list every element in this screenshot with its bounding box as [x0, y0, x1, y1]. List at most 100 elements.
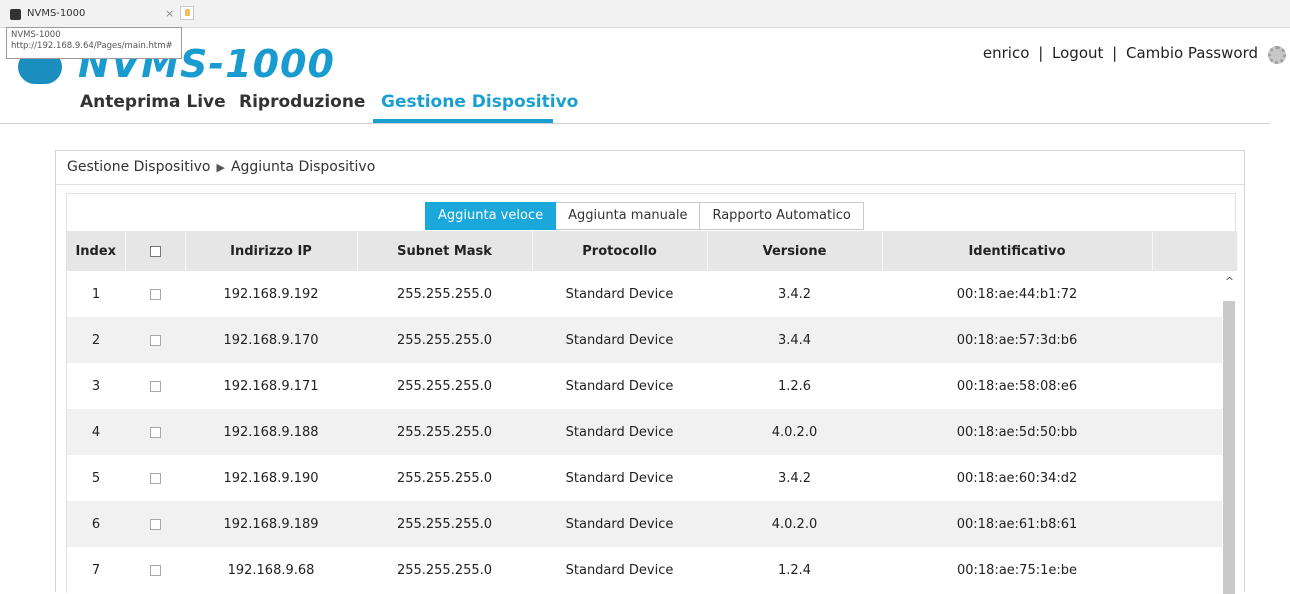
cell-ip: 192.168.9.188: [185, 409, 357, 455]
nav-tab-device-management[interactable]: Gestione Dispositivo: [381, 92, 578, 122]
breadcrumb-current: Aggiunta Dispositivo: [230, 159, 376, 175]
cell-select: [125, 409, 185, 455]
cell-protocol: Standard Device: [532, 271, 707, 317]
tooltip-url: http://192.168.9.64/Pages/main.htm#: [11, 41, 173, 51]
cell-subnet: 255.255.255.0: [357, 409, 532, 455]
row-checkbox[interactable]: [149, 472, 161, 484]
cell-protocol: Standard Device: [532, 317, 707, 363]
cell-select: [125, 455, 185, 501]
nav-tab-playback[interactable]: Riproduzione: [239, 92, 365, 122]
cell-version: 4.0.2.0: [707, 501, 882, 547]
cell-version: 3.4.4: [707, 317, 882, 363]
cell-select: [125, 501, 185, 547]
manual-add-button[interactable]: Aggiunta manuale: [556, 202, 701, 230]
cell-index: 4: [67, 409, 125, 455]
browser-tab[interactable]: NVMS-1000 ×: [8, 6, 178, 26]
nav-tab-live-preview[interactable]: Anteprima Live: [80, 92, 226, 122]
cell-subnet: 255.255.255.0: [357, 501, 532, 547]
row-checkbox[interactable]: [149, 380, 161, 392]
row-checkbox[interactable]: [149, 288, 161, 300]
userbar-separator: |: [1038, 44, 1044, 62]
column-header-identifier[interactable]: Identificativo: [882, 231, 1153, 271]
logout-link[interactable]: Logout: [1052, 44, 1103, 62]
cell-select: [125, 271, 185, 317]
favicon-icon: [10, 9, 21, 20]
table-header-row: Index Indirizzo IP Subnet Mask Protocoll…: [67, 231, 1238, 271]
table-row[interactable]: 6 192.168.9.189 255.255.255.0 Standard D…: [67, 501, 1237, 547]
auto-report-button[interactable]: Rapporto Automatico: [700, 202, 864, 230]
row-checkbox[interactable]: [149, 518, 161, 530]
device-add-panel: Gestione Dispositivo ▶ Aggiunta Dispositiv…: [55, 150, 1245, 594]
cell-ip: 192.168.9.68: [185, 547, 357, 593]
cell-index: 7: [67, 547, 125, 593]
row-checkbox[interactable]: [149, 564, 161, 576]
column-header-protocol[interactable]: Protocollo: [532, 231, 708, 271]
cell-index: 3: [67, 363, 125, 409]
select-all-checkbox[interactable]: [149, 245, 161, 257]
scroll-thumb[interactable]: [1223, 301, 1235, 594]
table-row[interactable]: 4 192.168.9.188 255.255.255.0 Standard D…: [67, 409, 1237, 455]
cell-protocol: Standard Device: [532, 501, 707, 547]
table-scrollbar[interactable]: ^: [1222, 271, 1237, 594]
column-header-index[interactable]: Index: [67, 231, 126, 271]
cell-protocol: Standard Device: [532, 547, 707, 593]
cell-identifier: 00:18:ae:57:3d:b6: [882, 317, 1152, 363]
column-header-subnet[interactable]: Subnet Mask: [357, 231, 533, 271]
cell-version: 1.2.6: [707, 363, 882, 409]
cell-ip: 192.168.9.190: [185, 455, 357, 501]
table-row[interactable]: 7 192.168.9.68 255.255.255.0 Standard De…: [67, 547, 1237, 593]
breadcrumb-arrow-icon: ▶: [216, 161, 225, 174]
column-header-version[interactable]: Versione: [707, 231, 883, 271]
table-row[interactable]: 2 192.168.9.170 255.255.255.0 Standard D…: [67, 317, 1237, 363]
cell-index: 1: [67, 271, 125, 317]
add-mode-buttons: Aggiunta veloce Aggiunta manuale Rapport…: [425, 202, 864, 230]
cell-select: [125, 317, 185, 363]
breadcrumb-root[interactable]: Gestione Dispositivo: [67, 159, 210, 175]
url-tooltip: NVMS-1000 http://192.168.9.64/Pages/main…: [6, 27, 182, 59]
column-header-spacer: [1152, 231, 1238, 271]
new-tab-button[interactable]: [180, 6, 194, 20]
scroll-up-icon[interactable]: ^: [1222, 275, 1237, 289]
username: enrico: [982, 44, 1030, 62]
column-header-ip[interactable]: Indirizzo IP: [185, 231, 358, 271]
browser-tab-strip: NVMS-1000 ×: [0, 0, 1290, 28]
cell-subnet: 255.255.255.0: [357, 271, 532, 317]
cell-subnet: 255.255.255.0: [357, 547, 532, 593]
table-row[interactable]: 1 192.168.9.192 255.255.255.0 Standard D…: [67, 271, 1237, 317]
cell-ip: 192.168.9.170: [185, 317, 357, 363]
cell-index: 6: [67, 501, 125, 547]
browser-tab-title: NVMS-1000: [27, 8, 86, 19]
cell-version: 3.4.2: [707, 455, 882, 501]
quick-add-button[interactable]: Aggiunta veloce: [425, 202, 557, 230]
tab-close-icon[interactable]: ×: [165, 7, 174, 20]
row-checkbox[interactable]: [149, 334, 161, 346]
cell-select: [125, 363, 185, 409]
cell-index: 2: [67, 317, 125, 363]
table-row[interactable]: 3 192.168.9.171 255.255.255.0 Standard D…: [67, 363, 1237, 409]
cell-protocol: Standard Device: [532, 363, 707, 409]
cell-identifier: 00:18:ae:44:b1:72: [882, 271, 1152, 317]
header-divider: [0, 123, 1270, 124]
cell-protocol: Standard Device: [532, 409, 707, 455]
device-list-container: Aggiunta veloce Aggiunta manuale Rapport…: [66, 193, 1238, 594]
user-bar: enrico | Logout | Cambio Password: [981, 44, 1260, 62]
cell-index: 5: [67, 455, 125, 501]
cell-protocol: Standard Device: [532, 455, 707, 501]
table-row[interactable]: 5 192.168.9.190 255.255.255.0 Standard D…: [67, 455, 1237, 501]
cell-ip: 192.168.9.189: [185, 501, 357, 547]
cell-identifier: 00:18:ae:61:b8:61: [882, 501, 1152, 547]
gear-icon[interactable]: [1268, 46, 1286, 64]
device-table: Index Indirizzo IP Subnet Mask Protocoll…: [67, 231, 1238, 593]
change-password-link[interactable]: Cambio Password: [1126, 44, 1258, 62]
tooltip-title: NVMS-1000: [11, 30, 61, 40]
cell-ip: 192.168.9.171: [185, 363, 357, 409]
row-checkbox[interactable]: [149, 426, 161, 438]
cell-identifier: 00:18:ae:5d:50:bb: [882, 409, 1152, 455]
cell-identifier: 00:18:ae:58:08:e6: [882, 363, 1152, 409]
cell-identifier: 00:18:ae:75:1e:be: [882, 547, 1152, 593]
cell-subnet: 255.255.255.0: [357, 363, 532, 409]
cell-subnet: 255.255.255.0: [357, 317, 532, 363]
cell-version: 4.0.2.0: [707, 409, 882, 455]
cell-ip: 192.168.9.192: [185, 271, 357, 317]
column-header-select: [125, 231, 186, 271]
